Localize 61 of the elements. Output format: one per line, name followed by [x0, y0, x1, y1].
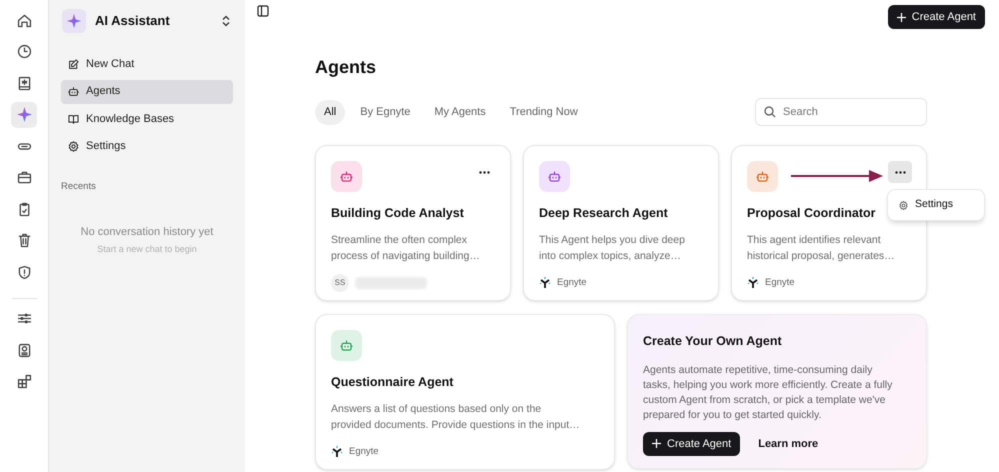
search-icon [764, 106, 776, 118]
card-title: Building Code Analyst [331, 205, 464, 222]
page-title: Agents [315, 56, 378, 79]
filter-tab[interactable]: By Egnyte [351, 100, 420, 124]
sparkle-icon [16, 106, 32, 123]
card-description: Streamline the often complex process of navigating building… [331, 232, 481, 264]
empty-history-message: No conversation history yet [80, 225, 214, 240]
card-description: This Agent helps you dive deep into complex topics, analyze… [539, 232, 686, 264]
egnyte-logo-icon [539, 276, 551, 289]
chevron-updown-icon [221, 15, 231, 27]
menu-item[interactable]: Settings [892, 194, 980, 216]
author-name: Egnyte [765, 276, 795, 290]
sparkle-icon [66, 13, 82, 29]
book-icon [67, 112, 80, 126]
card-title: Questionnaire Agent [331, 374, 454, 391]
sidebar-item[interactable]: Knowledge Bases [61, 107, 233, 131]
empty-history-hint: Start a new chat to begin [97, 242, 197, 256]
agent-card[interactable]: Questionnaire Agent Answers a list of questions based only on the provided documents. Provide questions in the input… Egnyte [315, 314, 615, 470]
egnyte-logo-icon [331, 446, 343, 458]
card-description: Answers a list of questions based only on the provided documents. Provide questions in the input… [331, 402, 581, 433]
more-icon [478, 170, 490, 174]
settings-icon [898, 200, 909, 210]
robot-icon [547, 169, 562, 184]
more-button[interactable] [888, 161, 912, 183]
agent-card[interactable]: Deep Research Agent This Agent helps you dive deep into complex topics, analyze… Egnyte [523, 145, 719, 301]
create-agent-button[interactable]: Create Agent [643, 432, 740, 456]
search-field[interactable]: Search [755, 98, 927, 126]
filter-tab[interactable]: My Agents [425, 100, 495, 124]
author-name: Egnyte [557, 276, 587, 290]
filter-tab[interactable]: All [315, 100, 346, 124]
settings-icon [67, 140, 80, 153]
sidebar-item[interactable]: New Chat [61, 52, 233, 76]
briefcase-icon [16, 169, 32, 186]
card-description: This agent identifies relevant historical proposal, generates… [747, 232, 896, 264]
card-description: Agents automate repetitive, time-consuming daily tasks, helping you work more efficiently. Create a fully custom Agent from scratch, or pick a template we've prepared for you to get started quickly. [643, 362, 894, 423]
card-title: Proposal Coordinator [747, 205, 876, 222]
plus-icon [652, 439, 661, 448]
clock-icon [16, 43, 32, 60]
robot-icon [755, 169, 770, 184]
recents-heading: Recents [61, 180, 97, 194]
robot-icon [339, 169, 354, 184]
user-initials: SS [331, 274, 349, 292]
create-agent-button[interactable]: Create Agent [888, 5, 985, 29]
edit-icon [67, 58, 80, 70]
sidebar-toggle-icon[interactable] [257, 5, 269, 17]
more-icon [894, 170, 906, 174]
sidebar-item[interactable]: Agents [61, 80, 233, 104]
plus-icon [896, 12, 906, 22]
card-title: Deep Research Agent [539, 205, 668, 222]
robot-icon [67, 85, 80, 98]
workspace-switcher[interactable]: AI Assistant [61, 8, 233, 34]
filter-tab[interactable]: Trending Now [500, 100, 587, 124]
rail-sparkle-button[interactable] [11, 102, 37, 128]
apps-icon [16, 373, 32, 390]
card-title: Create Your Own Agent [643, 333, 783, 350]
agent-card[interactable]: Building Code Analyst Streamline the often complex process of navigating building… SS [315, 145, 511, 301]
author-name: Egnyte [349, 444, 379, 459]
robot-icon [339, 338, 354, 353]
egnyte-logo-icon [747, 276, 759, 289]
sidebar-item[interactable]: Settings [61, 134, 233, 158]
learn-more-link[interactable]: Learn more [758, 436, 818, 452]
